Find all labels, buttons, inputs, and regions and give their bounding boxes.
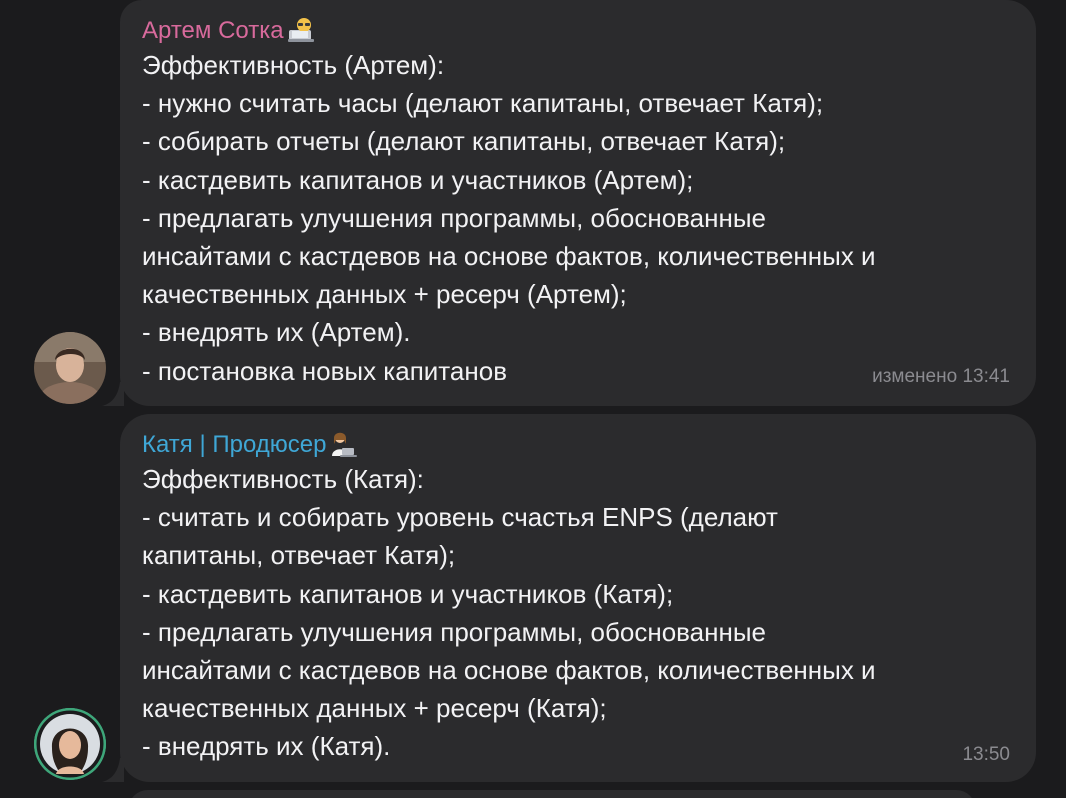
user-avatar-artem[interactable] bbox=[34, 332, 106, 404]
message-bubble[interactable]: Катя | Продюсер Эффективность (Катя): - … bbox=[120, 414, 1036, 782]
laptop-face-emoji-icon bbox=[286, 16, 316, 46]
message-time: 13:50 bbox=[962, 744, 1010, 765]
message-text: Эффективность (Артем): - нужно считать ч… bbox=[142, 50, 876, 386]
message-text: Эффективность (Катя): - считать и собира… bbox=[142, 464, 876, 762]
sender-name[interactable]: Артем Сотка bbox=[142, 14, 316, 48]
sender-name[interactable]: Катя | Продюсер bbox=[142, 428, 358, 462]
woman-laptop-emoji-icon bbox=[328, 430, 358, 460]
bubble-tail bbox=[102, 758, 124, 782]
message-time-edited: изменено 13:41 bbox=[872, 366, 1010, 387]
chat-view: Артем Сотка Эффективность (Артем): - нуж… bbox=[0, 0, 1066, 798]
bubble-tail bbox=[102, 382, 124, 406]
sender-name-text[interactable]: Артем Сотка bbox=[142, 14, 284, 48]
user-avatar-katya[interactable] bbox=[34, 708, 106, 780]
sender-name-text[interactable]: Катя | Продюсер bbox=[142, 428, 326, 462]
message-bubble[interactable]: Артем Сотка Эффективность (Артем): - нуж… bbox=[120, 0, 1036, 406]
message-bubble-partial[interactable] bbox=[128, 790, 976, 798]
